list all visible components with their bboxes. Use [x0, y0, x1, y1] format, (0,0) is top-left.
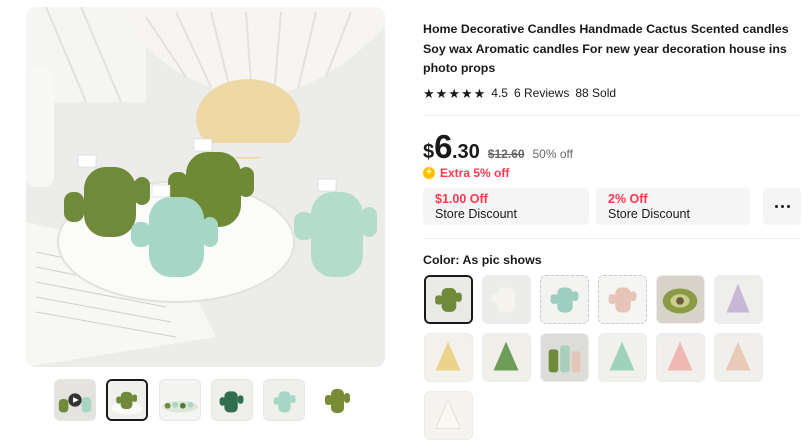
price-currency: $ — [423, 141, 435, 163]
thumbnail-green-cactus[interactable] — [106, 379, 148, 421]
more-dots-icon — [774, 205, 778, 208]
coupon-label: Store Discount — [608, 207, 690, 221]
star-icon: ★ — [435, 85, 448, 101]
star-icon: ★ — [473, 85, 486, 101]
divider — [423, 238, 801, 239]
price-decimal: .30 — [451, 141, 480, 163]
star-icon: ★ — [460, 85, 473, 101]
more-coupons-button[interactable] — [763, 188, 801, 225]
extra-discount-label: Extra 5% off — [440, 165, 510, 180]
color-swatch[interactable] — [424, 275, 473, 324]
color-swatch[interactable] — [540, 333, 589, 382]
divider — [423, 115, 801, 116]
thumbnail-tray[interactable] — [159, 379, 201, 421]
original-price: $12.60 — [487, 147, 525, 161]
color-swatch[interactable] — [656, 333, 705, 382]
product-title: Home Decorative Candles Handmade Cactus … — [423, 22, 789, 75]
extra-discount: + Extra 5% off — [423, 165, 509, 180]
color-swatch[interactable] — [714, 275, 763, 324]
coupon-amount: $1.00 Off — [435, 192, 488, 206]
star-icon: ★ — [423, 85, 435, 101]
color-swatch[interactable] — [424, 391, 473, 440]
price-row: $ 6 .30 $12.60 50% off — [423, 128, 573, 165]
discount-percent: 50% off — [532, 147, 573, 161]
thumbnail-dark-cactus[interactable] — [211, 379, 253, 421]
rating-row[interactable]: ★ ★ ★ ★ ★ 4.5 6 Reviews 88 Sold — [423, 85, 616, 101]
thumbnail-olive-cactus[interactable] — [316, 379, 358, 421]
color-label: Color: As pic shows — [423, 253, 542, 267]
color-swatch[interactable] — [714, 333, 763, 382]
color-swatch[interactable] — [598, 333, 647, 382]
color-swatch[interactable] — [482, 275, 531, 324]
thumbnail-video[interactable] — [54, 379, 96, 421]
coupon-label: Store Discount — [435, 207, 517, 221]
reviews-link[interactable]: 6 Reviews — [514, 86, 569, 100]
color-swatch[interactable] — [598, 275, 647, 324]
price-integer: 6 — [434, 128, 452, 165]
rating-value: 4.5 — [491, 86, 508, 100]
coin-icon: + — [423, 166, 435, 179]
color-swatch[interactable] — [540, 275, 589, 324]
color-swatch[interactable] — [656, 275, 705, 324]
thumbnail-mint-cactus[interactable] — [263, 379, 305, 421]
star-icon: ★ — [448, 85, 460, 101]
coupon-amount: 2% Off — [608, 192, 648, 206]
color-swatch[interactable] — [424, 333, 473, 382]
coupon-store-discount-2[interactable]: 2% Off Store Discount — [596, 188, 750, 225]
rating-stars: ★ ★ ★ ★ ★ — [423, 87, 485, 100]
color-swatch[interactable] — [482, 333, 531, 382]
sold-count: 88 Sold — [575, 86, 617, 100]
coupon-store-discount-1[interactable]: $1.00 Off Store Discount — [423, 188, 589, 225]
main-product-image[interactable] — [26, 7, 385, 367]
